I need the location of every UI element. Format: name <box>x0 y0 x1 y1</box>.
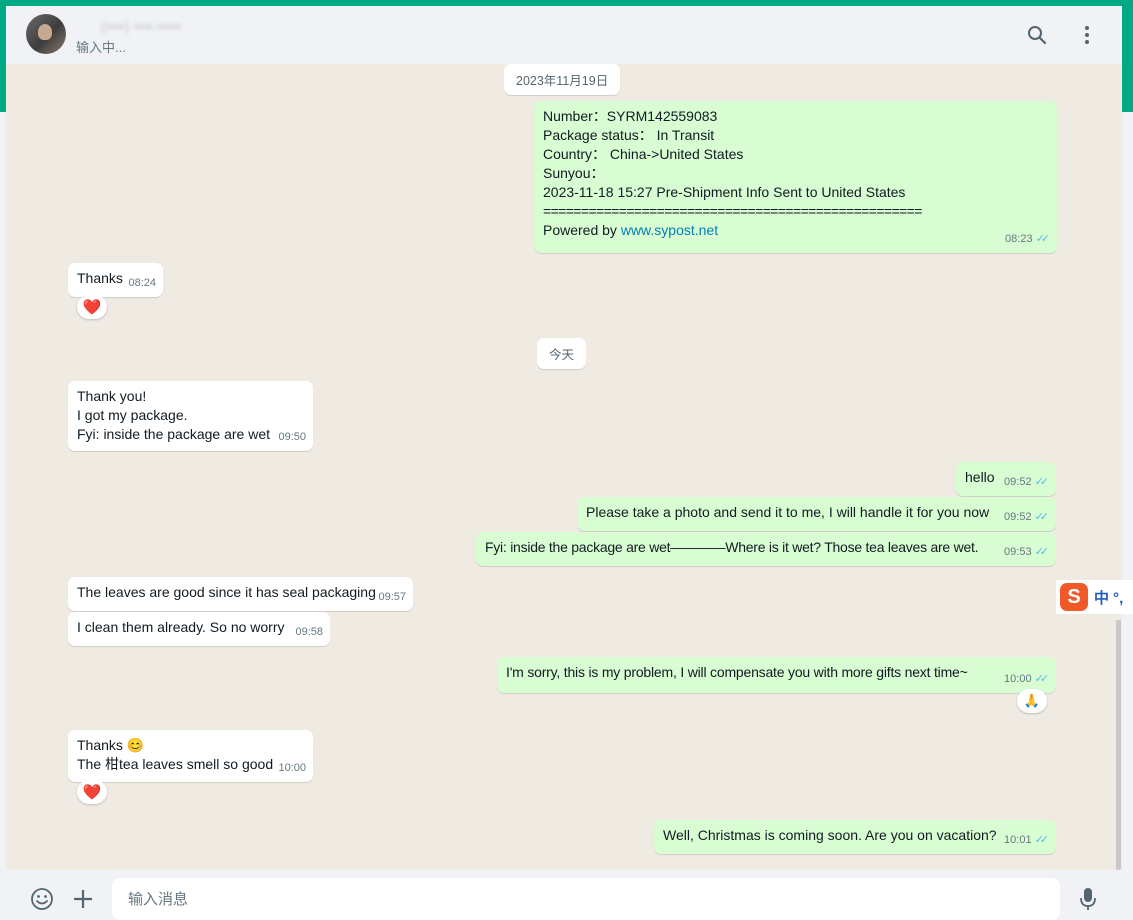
read-receipt-icon: ✓✓ <box>1034 673 1050 685</box>
incoming-message[interactable]: I clean them already. So no worry 09:58 <box>68 612 330 646</box>
chat-scrollbar[interactable] <box>1116 620 1121 870</box>
message-meta: 09:58 <box>295 623 323 642</box>
message-meta: 10:00 ✓✓ <box>1004 670 1049 689</box>
message-time: 10:01 <box>1004 834 1032 846</box>
message-time: 10:00 <box>1004 673 1032 685</box>
tracking-message[interactable]: Number：SYRM142559083 Package status： In … <box>534 101 1057 253</box>
heart-icon: ❤️ <box>82 299 102 316</box>
message-text: Thank you! <box>77 388 147 404</box>
heart-icon: ❤️ <box>82 784 102 801</box>
message-time: 09:50 <box>278 431 306 443</box>
message-text: The 柑tea leaves smell so good <box>77 756 274 772</box>
message-text: Well, Christmas is coming soon. Are you … <box>663 827 997 843</box>
message-list[interactable]: 2023年11月19日 Number：SYRM142559083 Package… <box>6 64 1122 870</box>
typing-status: 输入中... <box>76 40 126 55</box>
message-text: I'm sorry, this is my problem, I will co… <box>506 664 968 680</box>
tracking-line: Package status： In Transit <box>543 127 715 143</box>
chat-header: (•••) •••-•••• 输入中... <box>6 6 1122 64</box>
read-receipt-icon: ✓✓ <box>1034 834 1050 846</box>
reaction-heart[interactable]: ❤️ <box>77 780 107 804</box>
outgoing-message[interactable]: Fyi: inside the package are wet————Where… <box>476 532 1056 566</box>
message-text: I got my package. <box>77 407 188 423</box>
message-meta: 09:50 <box>278 428 306 447</box>
message-time: 10:00 <box>278 762 306 774</box>
tracking-line: Number：SYRM142559083 <box>543 108 718 124</box>
incoming-message[interactable]: The leaves are good since it has seal pa… <box>68 577 413 611</box>
message-time: 09:57 <box>378 591 406 603</box>
tracking-separator: ========================================… <box>543 203 922 219</box>
search-button[interactable] <box>1022 20 1052 50</box>
message-meta: 09:52 ✓✓ <box>1004 473 1049 492</box>
ime-toolbar[interactable]: S 中 °, <box>1056 580 1133 614</box>
search-icon <box>1028 26 1047 45</box>
message-text: Please take a photo and send it to me, I… <box>586 504 990 520</box>
message-text: Fyi: inside the package are wet————Where… <box>485 539 979 555</box>
sypost-link[interactable]: www.sypost.net <box>621 222 718 238</box>
pray-icon: 🙏 <box>1023 693 1041 708</box>
message-text: I clean them already. So no worry <box>77 619 285 635</box>
reaction-heart[interactable]: ❤️ <box>77 295 107 319</box>
date-divider: 2023年11月19日 <box>504 64 621 95</box>
outgoing-message[interactable]: Well, Christmas is coming soon. Are you … <box>654 820 1056 854</box>
tracking-line: 2023-11-18 15:27 Pre-Shipment Info Sent … <box>543 184 906 200</box>
read-receipt-icon: ✓✓ <box>1034 511 1050 523</box>
message-time: 09:52 <box>1004 511 1032 523</box>
contact-name[interactable]: (•••) •••-•••• <box>101 18 182 34</box>
incoming-message[interactable]: Thank you! I got my package. Fyi: inside… <box>68 381 313 451</box>
tracking-line: Country： China->United States <box>543 146 744 162</box>
message-text: The leaves are good since it has seal pa… <box>77 584 376 600</box>
emoji-button[interactable] <box>28 885 56 913</box>
reaction-pray[interactable]: 🙏 <box>1017 689 1047 713</box>
message-time: 08:24 <box>128 277 156 289</box>
powered-by-label: Powered by <box>543 222 621 238</box>
read-receipt-icon: ✓✓ <box>1034 546 1050 558</box>
read-receipt-icon: ✓✓ <box>1034 476 1050 488</box>
sogou-logo-icon: S <box>1060 583 1088 611</box>
outgoing-message[interactable]: Please take a photo and send it to me, I… <box>577 497 1056 531</box>
message-meta: 08:24 <box>128 274 156 293</box>
message-meta: 09:52 ✓✓ <box>1004 508 1049 527</box>
message-time: 09:52 <box>1004 476 1032 488</box>
date-divider: 今天 <box>537 338 587 369</box>
voice-button[interactable] <box>1074 885 1102 913</box>
ime-mode-label: 中 °, <box>1094 589 1124 607</box>
composer-bar <box>6 870 1122 920</box>
message-meta: 10:01 ✓✓ <box>1004 831 1049 850</box>
menu-button[interactable] <box>1072 20 1102 50</box>
outgoing-message[interactable]: hello 09:52 ✓✓ <box>956 462 1056 496</box>
message-meta: 08:23 ✓✓ <box>1005 230 1050 249</box>
message-time: 09:53 <box>1004 546 1032 558</box>
message-time: 08:23 <box>1005 233 1033 245</box>
message-meta: 09:57 <box>378 588 406 607</box>
read-receipt-icon: ✓✓ <box>1035 233 1051 245</box>
message-text: Thanks 😊 <box>77 737 145 753</box>
microphone-icon <box>1080 888 1096 910</box>
message-input[interactable] <box>112 878 1060 920</box>
outgoing-message[interactable]: I'm sorry, this is my problem, I will co… <box>497 657 1056 693</box>
message-time: 09:58 <box>295 626 323 638</box>
message-meta: 09:53 ✓✓ <box>1004 543 1049 562</box>
incoming-message[interactable]: Thanks 08:24 <box>68 263 163 297</box>
incoming-message[interactable]: Thanks 😊 The 柑tea leaves smell so good 1… <box>68 730 313 782</box>
emoji-icon <box>31 888 53 910</box>
message-meta: 10:00 <box>278 759 306 778</box>
avatar[interactable] <box>26 14 66 54</box>
tracking-line: Sunyou： <box>543 165 605 181</box>
plus-icon <box>74 890 92 908</box>
menu-dots-icon <box>1085 26 1089 44</box>
attach-button[interactable] <box>69 885 97 913</box>
chat-window: (•••) •••-•••• 输入中... 2023年11月19日 Number… <box>6 6 1122 920</box>
window-edge-right <box>1121 112 1133 920</box>
message-text: Fyi: inside the package are wet <box>77 426 270 442</box>
